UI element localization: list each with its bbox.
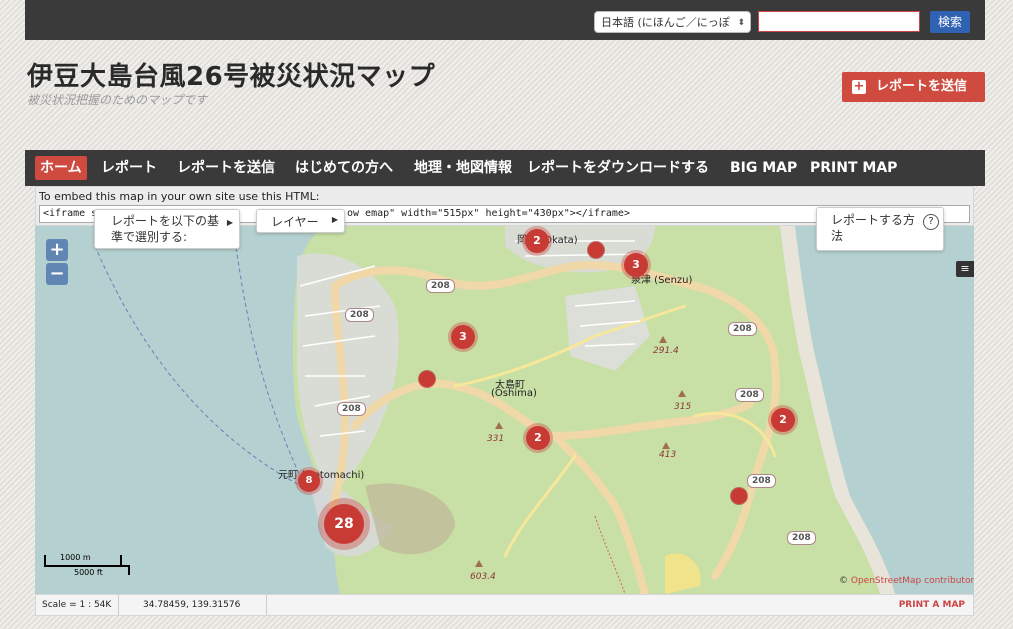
layer-panel[interactable]: レイヤー ▶: [256, 209, 345, 233]
road-number-label: 208: [787, 531, 816, 545]
map-coordinates-readout: 34.78459, 139.31576: [143, 600, 241, 610]
peak-icon: [659, 336, 667, 343]
peak-icon: [495, 422, 503, 429]
road-number-label: 208: [735, 388, 764, 402]
report-cluster-marker[interactable]: 2: [525, 229, 549, 253]
nav-print-map[interactable]: PRINT MAP: [805, 156, 902, 180]
search-button[interactable]: 検索: [930, 11, 970, 33]
zoom-out-button[interactable]: −: [46, 263, 68, 285]
map-view[interactable]: + − ≡ 208 208 208 208 208 208 208 岡田 (Ok…: [35, 226, 974, 594]
road-number-label: 208: [345, 308, 374, 322]
map-canvas: [94, 226, 974, 594]
report-cluster-marker[interactable]: 28: [324, 504, 364, 544]
report-cluster-marker[interactable]: 3: [451, 325, 475, 349]
place-label-oshima-roman: (Ōshima): [491, 388, 537, 399]
plus-icon: +: [852, 79, 866, 94]
map-status-bar: Scale = 1 : 54K 34.78459, 139.31576 PRIN…: [35, 594, 974, 616]
report-cluster-marker[interactable]: 3: [624, 253, 648, 277]
nav-home[interactable]: ホーム: [35, 156, 87, 180]
scale-meters-label: 1000 m: [60, 553, 91, 562]
report-filter-panel[interactable]: レポートを以下の基準で選別する: ▶: [94, 209, 240, 249]
print-map-link[interactable]: PRINT A MAP: [899, 600, 965, 610]
zoom-in-button[interactable]: +: [46, 239, 68, 261]
nav-submit-report[interactable]: レポートを送信: [172, 156, 280, 180]
elevation-label: 413: [659, 450, 677, 460]
main-nav: ホーム レポート レポートを送信 はじめての方へ 地理・地図情報 レポートをダウ…: [25, 150, 985, 186]
peak-icon: [662, 442, 670, 449]
layers-icon[interactable]: ≡: [956, 261, 974, 277]
map-scale-readout: Scale = 1 : 54K: [42, 600, 112, 610]
chevron-down-icon: ⬍: [737, 18, 745, 28]
road-number-label: 208: [728, 322, 757, 336]
search-input[interactable]: [758, 11, 920, 32]
nav-download-reports[interactable]: レポートをダウンロードする: [522, 156, 714, 180]
language-select-value: 日本語 (にほんご／にっぽ: [601, 16, 730, 29]
report-filter-label: レポートを以下の基準で選別する:: [111, 214, 220, 244]
osm-attribution-link[interactable]: OpenStreetMap contributors: [851, 576, 974, 586]
report-cluster-marker[interactable]: 2: [771, 408, 795, 432]
status-divider: [118, 595, 119, 615]
elevation-label: 315: [674, 402, 692, 412]
embed-code-start: <iframe s: [43, 208, 98, 219]
submit-report-button[interactable]: + レポートを送信: [842, 72, 985, 102]
embed-code-end: ow emap" width="515px" height="430px"></…: [347, 208, 630, 219]
site-tagline: 被災状況把握のためのマップです: [27, 93, 208, 107]
scale-tick: [128, 565, 130, 575]
how-to-report-panel[interactable]: レポートする方法 ?: [816, 207, 944, 251]
road-number-label: 208: [337, 402, 366, 416]
report-marker[interactable]: [588, 242, 604, 258]
peak-icon: [475, 560, 483, 567]
how-to-report-label: レポートする方法: [831, 213, 916, 243]
nav-big-map[interactable]: BIG MAP: [725, 156, 802, 180]
scale-line: [44, 565, 130, 567]
help-icon[interactable]: ?: [923, 214, 939, 230]
status-divider: [266, 595, 267, 615]
place-label-motomachi: 元町 (Motomachi): [278, 470, 365, 481]
report-marker[interactable]: [731, 488, 747, 504]
language-select[interactable]: 日本語 (にほんご／にっぽ ⬍: [594, 11, 751, 33]
scale-feet-label: 5000 ft: [74, 568, 103, 577]
site-title: 伊豆大島台風26号被災状況マップ: [27, 62, 436, 92]
chevron-right-icon: ▶: [331, 215, 338, 224]
embed-label: To embed this map in your own site use t…: [39, 190, 320, 203]
elevation-label: 291.4: [653, 346, 679, 356]
peak-icon: [678, 390, 686, 397]
nav-getting-started[interactable]: はじめての方へ: [290, 156, 398, 180]
chevron-right-icon: ▶: [226, 218, 233, 227]
layer-panel-label: レイヤー: [271, 215, 319, 229]
elevation-label: 331: [487, 434, 505, 444]
report-marker[interactable]: [419, 371, 435, 387]
scale-bar: 1000 m 5000 ft: [44, 553, 130, 581]
road-number-label: 208: [426, 279, 455, 293]
attribution-prefix: ©: [839, 576, 851, 586]
nav-reports[interactable]: レポート: [96, 156, 162, 180]
elevation-label: 603.4: [470, 572, 496, 582]
road-number-label: 208: [747, 474, 776, 488]
submit-report-label: レポートを送信: [876, 79, 968, 94]
report-cluster-marker[interactable]: 8: [298, 470, 320, 492]
report-cluster-marker[interactable]: 2: [526, 426, 550, 450]
nav-geo-info[interactable]: 地理・地図情報: [409, 156, 517, 180]
map-attribution: © OpenStreetMap contributors: [839, 576, 974, 586]
